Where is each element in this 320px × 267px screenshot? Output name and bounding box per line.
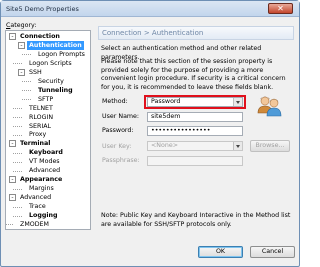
tree-item-rlogin[interactable]: RLOGIN — [29, 113, 53, 122]
tree-item-advanced[interactable]: Advanced — [20, 193, 51, 202]
notice-text: Please note that this section of the ses… — [101, 58, 286, 91]
tree-connector — [13, 126, 22, 127]
tree-item-security[interactable]: Security — [38, 77, 64, 86]
category-label: Category: — [6, 22, 37, 29]
tree-connector — [13, 152, 22, 154]
tree-item-logon-prompts[interactable]: Logon Prompts — [38, 50, 85, 59]
tree-item-logon-scripts[interactable]: Logon Scripts — [29, 59, 72, 68]
tree-item-ssh[interactable]: SSH — [29, 68, 42, 77]
tree-toggle-icon[interactable]: - — [18, 68, 25, 76]
tree-connector — [13, 63, 22, 65]
close-icon: ✕ — [277, 4, 284, 13]
tree-connector — [22, 99, 31, 101]
breadcrumb: Connection > Authentication — [102, 29, 204, 37]
tree-item-logging[interactable]: Logging — [29, 211, 58, 220]
tree-item-advanced[interactable]: Advanced — [29, 166, 60, 175]
tree-connector — [22, 81, 31, 83]
userkey-select[interactable]: <None> — [147, 141, 243, 151]
tree-item-sftp[interactable]: SFTP — [38, 95, 53, 104]
tree-connector — [13, 170, 22, 172]
tree-toggle-icon[interactable]: - — [9, 194, 16, 202]
userkey-label: User Key: — [102, 143, 132, 150]
tree-connector — [22, 54, 31, 56]
tree-connector — [13, 161, 22, 163]
method-select[interactable]: Password — [147, 97, 243, 107]
note-text: Note: Public Key and Keyboard Interactiv… — [101, 212, 291, 228]
chevron-down-icon — [233, 98, 242, 106]
browse-button[interactable]: Browse... — [250, 140, 290, 152]
tree-connector — [13, 188, 22, 190]
tree-connector — [13, 108, 22, 110]
tree-toggle-icon[interactable]: - — [9, 33, 16, 40]
tree-item-trace[interactable]: Trace — [29, 202, 46, 211]
ok-button[interactable]: OK — [198, 246, 243, 258]
tree-item-appearance[interactable]: Appearance — [20, 175, 62, 184]
properties-dialog: Site5 Demo Properties ✕ Category: - Conne… — [0, 0, 300, 267]
chevron-down-icon — [233, 142, 242, 150]
tree-connector — [13, 117, 22, 119]
tree-toggle-icon[interactable]: - — [18, 41, 25, 49]
title-bar: Site5 Demo Properties ✕ — [1, 1, 299, 17]
users-icon — [257, 96, 282, 117]
cancel-button[interactable]: Cancel — [250, 246, 295, 258]
tree-item-zmodem[interactable]: ZMODEM — [20, 220, 49, 229]
tree-item-keyboard[interactable]: Keyboard — [29, 148, 63, 157]
tree-item-terminal[interactable]: Terminal — [20, 139, 50, 148]
password-label: Password: — [102, 127, 134, 134]
tree-connector — [13, 215, 22, 217]
tree-item-authentication[interactable]: Authentication — [27, 40, 84, 50]
tree-item-proxy[interactable]: Proxy — [29, 130, 46, 139]
method-label: Method: — [102, 98, 128, 105]
username-label: User Name: — [102, 113, 140, 120]
tree-item-margins[interactable]: Margins — [29, 184, 54, 193]
tree-toggle-icon[interactable]: - — [9, 176, 16, 184]
username-input[interactable]: site5dem — [147, 112, 243, 122]
section-header: Connection > Authentication — [98, 26, 294, 40]
password-input[interactable]: •••••••••••••••• — [147, 126, 243, 136]
tree-connector — [13, 134, 22, 136]
tree-toggle-icon[interactable]: - — [9, 140, 16, 148]
passphrase-input[interactable] — [147, 156, 243, 166]
tree-item-serial[interactable]: SERIAL — [29, 122, 51, 131]
tree-item-tunneling[interactable]: Tunneling — [38, 86, 73, 95]
tree-connector — [6, 224, 13, 226]
close-button[interactable]: ✕ — [268, 3, 293, 14]
tree-item-telnet[interactable]: TELNET — [29, 104, 53, 113]
window-title: Site5 Demo Properties — [6, 5, 79, 13]
category-tree[interactable]: - Connection - Authentication Logon Prompts L… — [5, 30, 91, 230]
passphrase-label: Passphrase: — [102, 157, 140, 164]
tree-item-vt-modes[interactable]: VT Modes — [29, 157, 60, 166]
tree-item-connection[interactable]: Connection — [20, 32, 60, 41]
tree-connector — [22, 90, 31, 92]
tree-connector — [13, 206, 22, 208]
